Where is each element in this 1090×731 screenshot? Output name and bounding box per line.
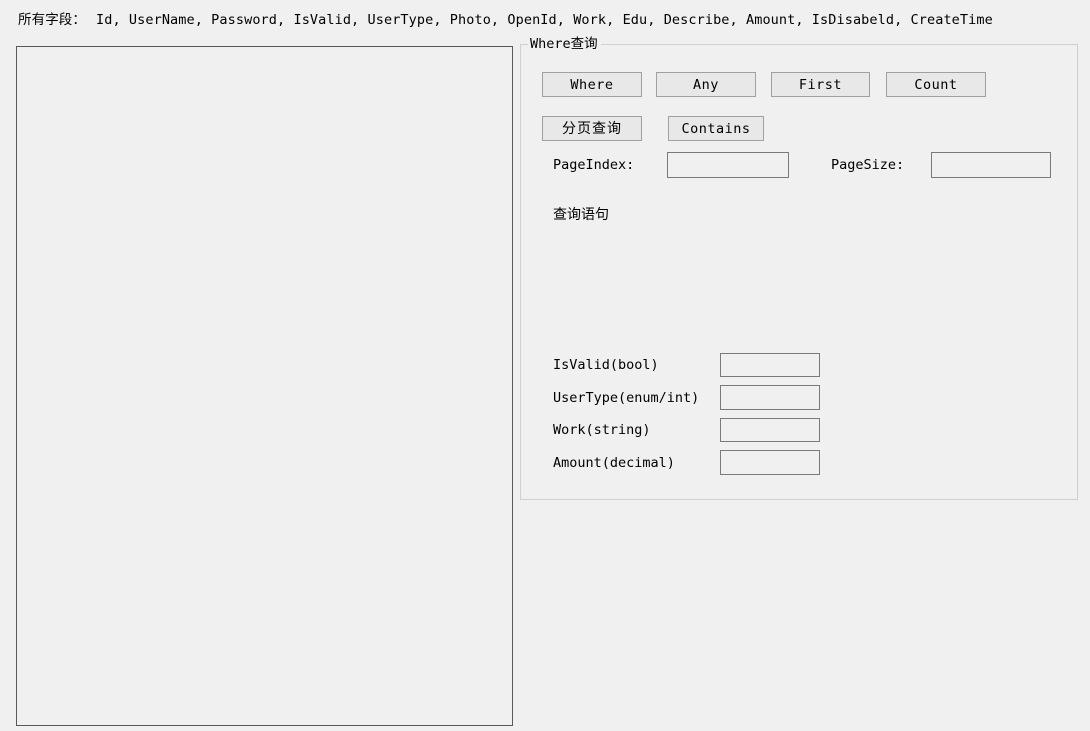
page-size-label: PageSize: [831, 157, 905, 173]
isvalid-field-label: IsValid(bool) [553, 357, 659, 373]
page-size-input[interactable] [931, 152, 1051, 178]
where-query-groupbox-title: Where查询 [528, 35, 601, 53]
amount-field-label: Amount(decimal) [553, 455, 675, 471]
amount-field-input[interactable] [720, 450, 820, 475]
sql-statement-label: 查询语句 [553, 207, 609, 223]
groupbox-title-en: Where [530, 36, 571, 52]
page-index-input[interactable] [667, 152, 789, 178]
result-output-panel[interactable] [16, 46, 513, 726]
page-index-label: PageIndex: [553, 157, 635, 173]
groupbox-title-cn: 查询 [570, 36, 598, 52]
work-field-input[interactable] [720, 418, 820, 442]
first-button[interactable]: First [771, 72, 870, 97]
all-fields-line: 所有字段： Id, UserName, Password, IsValid, Us… [18, 11, 993, 29]
usertype-field-input[interactable] [720, 385, 820, 410]
usertype-field-label: UserType(enum/int) [553, 390, 700, 406]
sql-statement-output [553, 230, 1053, 335]
all-fields-label: 所有字段： [18, 12, 86, 28]
contains-button[interactable]: Contains [668, 116, 764, 141]
where-button[interactable]: Where [542, 72, 642, 97]
all-fields-value: Id, UserName, Password, IsValid, UserTyp… [96, 12, 993, 28]
any-button[interactable]: Any [656, 72, 756, 97]
work-field-label: Work(string) [553, 422, 651, 438]
isvalid-field-input[interactable] [720, 353, 820, 377]
count-button[interactable]: Count [886, 72, 986, 97]
paging-query-button[interactable]: 分页查询 [542, 116, 642, 141]
